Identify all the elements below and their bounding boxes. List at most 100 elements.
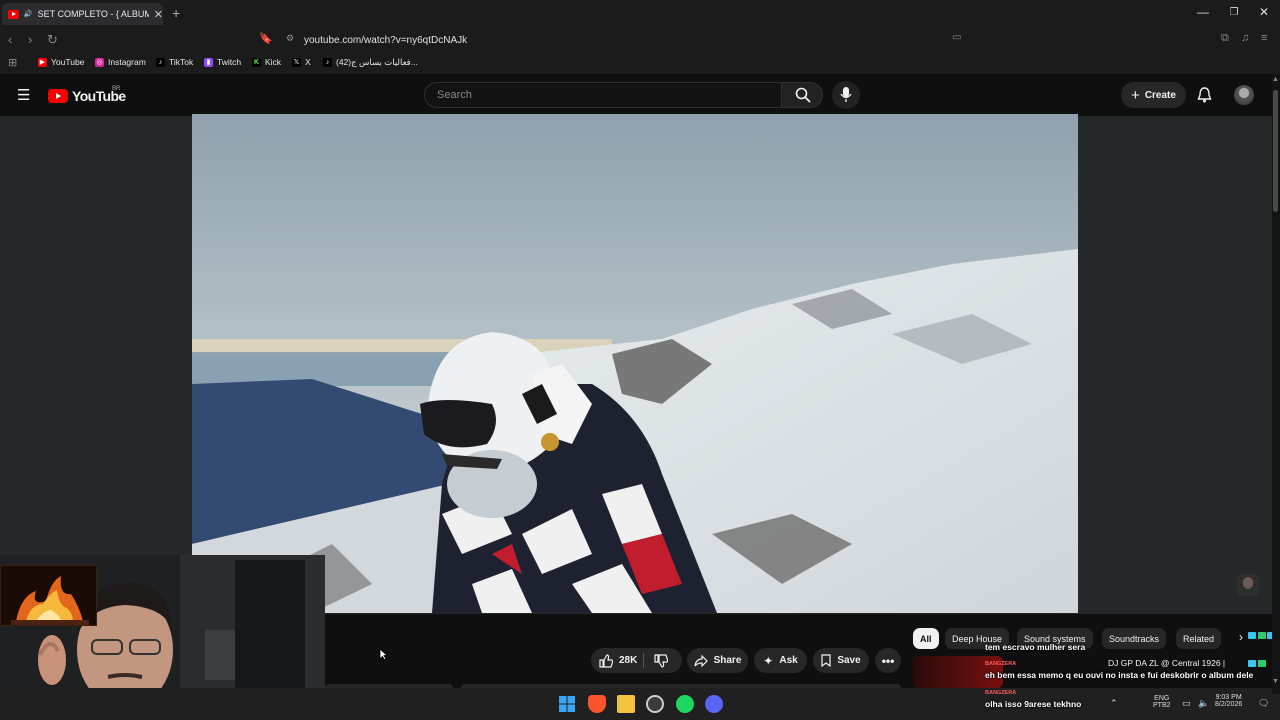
minimize-window-button[interactable]: — — [1193, 5, 1213, 19]
bookmark-x[interactable]: 𝕏X — [292, 57, 311, 67]
browser-tab-bar: 🔊 SET COMPLETO - { ALBUM M... ✕ + — ❐ ✕ — [0, 0, 1280, 28]
github-desktop-icon[interactable] — [646, 695, 664, 713]
url-text: youtube.com/watch?v=ny6qtDcNAJk — [304, 34, 468, 46]
chip-label: Soundtracks — [1109, 633, 1160, 644]
bookmark-tiktok-live[interactable]: ♪ (42)فعاليات بساس ج... — [323, 57, 418, 68]
scroll-down-icon[interactable]: ▼ — [1272, 678, 1279, 685]
back-icon[interactable]: ‹ — [8, 32, 12, 47]
file-explorer-icon[interactable] — [617, 695, 635, 713]
chat-username: BANGZERA — [985, 690, 1017, 696]
reload-icon[interactable]: ↻ — [47, 32, 58, 48]
tiktok-icon: ♪ — [156, 57, 165, 67]
chip-label: All — [920, 633, 932, 644]
hamburger-menu-icon[interactable]: ☰ — [17, 86, 30, 104]
create-button[interactable]: + Create — [1121, 82, 1186, 108]
bookmark-label: Instagram — [108, 57, 146, 67]
restore-window-button[interactable]: ❐ — [1224, 7, 1244, 18]
chat-message: eh bem essa memo q eu ouvi no insta e fu… — [985, 670, 1254, 680]
bookmark-instagram[interactable]: ◎ Instagram — [95, 57, 146, 67]
notifications-bell-icon[interactable] — [1197, 87, 1212, 103]
windows-taskbar — [0, 688, 1280, 720]
more-icon: ••• — [881, 653, 895, 668]
save-button[interactable]: Save — [813, 648, 869, 673]
chat-badge-icon — [1258, 632, 1266, 639]
sparkle-icon: ✦ — [763, 653, 774, 668]
bookmark-tiktok[interactable]: ♪ TikTok — [156, 57, 193, 67]
discord-icon[interactable] — [705, 695, 723, 713]
menu-icon[interactable]: ≡ — [1261, 32, 1267, 44]
bookmark-page-icon[interactable]: 🔖 — [259, 32, 273, 45]
extensions-icon[interactable]: ⧉ — [1221, 32, 1229, 45]
youtube-favicon-icon — [8, 9, 19, 19]
bookmark-youtube[interactable]: ▶ YouTube — [38, 57, 84, 67]
speaker-icon: 🔊 — [23, 11, 33, 18]
tiktok-icon: ♪ — [323, 58, 332, 67]
chip-related[interactable]: Related — [1176, 628, 1222, 649]
voice-search-button[interactable] — [832, 81, 860, 109]
new-tab-button[interactable]: + — [172, 5, 180, 21]
keyboard-layout: PTB2 — [1153, 702, 1171, 709]
bookmark-twitch[interactable]: ▮ Twitch — [204, 57, 241, 67]
save-label: Save — [837, 655, 861, 666]
bookmark-label: TikTok — [169, 57, 194, 67]
notification-center-icon[interactable]: 🗨 — [1258, 698, 1269, 709]
browser-tab[interactable]: 🔊 SET COMPLETO - { ALBUM M... ✕ — [2, 3, 163, 25]
windows-start-icon[interactable] — [558, 695, 576, 713]
brave-browser-icon[interactable] — [588, 695, 606, 713]
bookmark-label: X — [305, 57, 311, 67]
clock[interactable]: 9:03 PM 8/2/2026 — [1215, 694, 1242, 708]
avatar[interactable] — [1234, 85, 1254, 105]
like-dislike-group: 28K — [591, 648, 682, 673]
bookmark-label: (42)فعاليات بساس ج... — [336, 57, 418, 67]
chip-soundtracks[interactable]: Soundtracks — [1102, 628, 1167, 649]
bookmark-icon — [821, 654, 831, 667]
volume-icon[interactable]: 🔈 — [1198, 698, 1209, 709]
chat-badge-icon — [1258, 660, 1266, 667]
apps-grid-icon[interactable]: ⊞ — [8, 56, 17, 69]
video-frame — [192, 114, 1078, 613]
dislike-button[interactable] — [654, 654, 668, 668]
ask-button[interactable]: ✦ Ask — [754, 648, 807, 673]
youtube-logo[interactable]: YouTube BR — [48, 86, 126, 104]
share-icon — [693, 654, 708, 667]
search-button[interactable] — [781, 82, 823, 108]
share-button[interactable]: Share — [687, 648, 748, 673]
related-video-title[interactable]: DJ GP DA ZL @ Central 1926 | — [1108, 658, 1225, 668]
close-tab-icon[interactable]: ✕ — [154, 8, 163, 21]
site-settings-icon[interactable]: ⚙ — [286, 33, 294, 44]
create-label: Create — [1144, 89, 1176, 101]
language-indicator[interactable]: ENG PTB2 — [1153, 695, 1171, 709]
bookmark-kick[interactable]: K Kick — [252, 57, 281, 67]
like-button[interactable]: 28K — [599, 653, 637, 668]
scrollbar-thumb[interactable] — [1273, 90, 1278, 212]
mouse-cursor-icon — [379, 648, 388, 661]
chips-next-icon[interactable]: › — [1239, 630, 1243, 644]
youtube-icon: ▶ — [38, 57, 47, 67]
bookmark-label: YouTube — [51, 57, 85, 67]
share-label: Share — [713, 655, 742, 666]
close-window-button[interactable]: ✕ — [1254, 5, 1274, 19]
scroll-up-icon[interactable]: ▲ — [1272, 76, 1279, 83]
cast-icon[interactable]: ▭ — [952, 32, 961, 43]
tray-overflow-icon[interactable]: ⌃ — [1110, 698, 1118, 709]
spotify-icon[interactable] — [676, 695, 694, 713]
fireplace-widget — [0, 565, 97, 626]
youtube-play-icon — [48, 89, 68, 103]
chip-all[interactable]: All — [913, 628, 939, 649]
url-field[interactable]: ⚙ youtube.com/watch?v=ny6qtDcNAJk — [280, 31, 1000, 49]
search-placeholder: Search — [437, 89, 472, 101]
clock-time: 9:03 PM — [1215, 694, 1242, 701]
kick-icon: K — [252, 57, 261, 67]
chat-message: olha isso 9arese tekhno — [985, 699, 1082, 709]
video-player[interactable] — [192, 114, 1078, 613]
instagram-icon: ◎ — [95, 57, 104, 67]
search-input[interactable]: Search — [424, 82, 782, 108]
channel-watermark-icon[interactable] — [1237, 574, 1259, 596]
network-icon[interactable]: ▭ — [1182, 698, 1191, 709]
forward-icon[interactable]: › — [28, 32, 32, 47]
more-actions-button[interactable]: ••• — [875, 648, 901, 673]
country-code: BR — [112, 86, 121, 92]
media-icon[interactable]: ♫ — [1241, 32, 1249, 44]
chat-badge-icon — [1248, 660, 1256, 667]
address-bar-row: ‹ › ↻ 🔖 ⚙ youtube.com/watch?v=ny6qtDcNAJ… — [0, 28, 1280, 75]
